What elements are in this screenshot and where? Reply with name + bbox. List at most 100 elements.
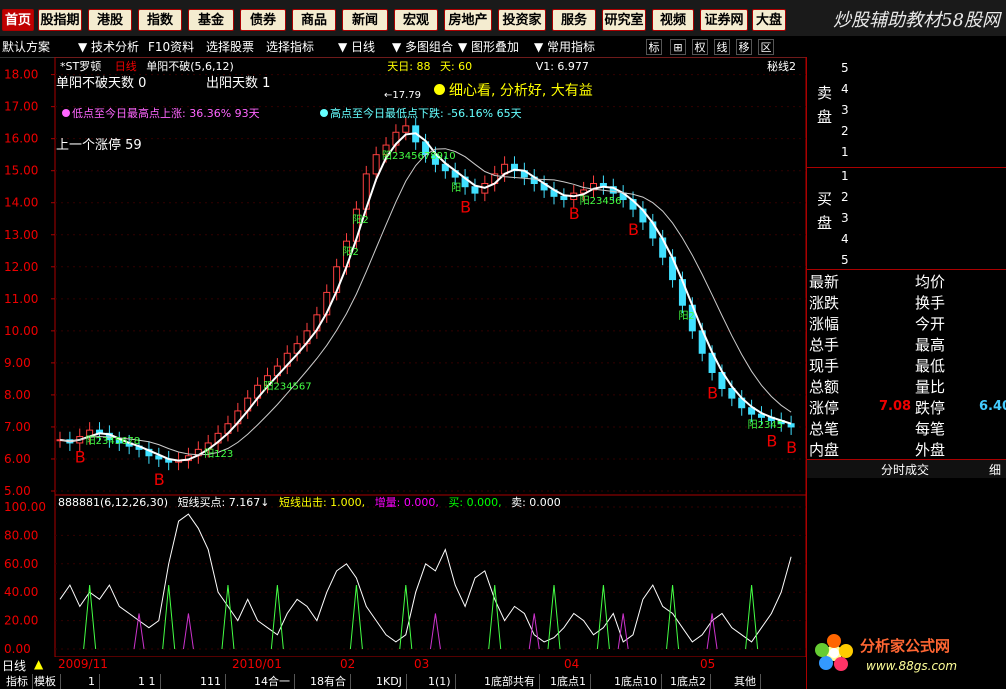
sell-side-label: 卖 盘 [817,84,833,126]
indicator-subchart[interactable]: 100.00 80.00 60.00 40.00 20.00 0.00 [0,495,806,657]
y-tick-label: 7.00 [4,420,31,434]
toolbar-item-8[interactable]: ▼ 常用指标 [534,39,595,55]
nav-button-10[interactable]: 投资家 [498,9,546,31]
quote-label-left: 总笔 [809,420,840,438]
quote-label-right: 最高 [915,336,946,354]
period-label[interactable]: 日线 [2,657,26,674]
y-tick-label: 15.00 [4,164,38,178]
right-quote-panel: 卖 盘54321买 盘 1 2 3 4 5 最新 均价 涨跌 换手 涨幅 今开 总手 最高 现手 最低 总额 量比… [806,57,1006,689]
motto-text: 细心看, 分析好, 大有益 [434,80,593,100]
toolbar-item-2[interactable]: F10资料 [148,39,194,55]
buy-side-label: 买 盘 [817,190,833,232]
toolbar-item-3[interactable]: 选择股票 [206,39,254,55]
tick-trades-tab[interactable]: 分时成交 [881,461,929,478]
x-date-label: 04 [564,657,580,671]
bottom-tab-5[interactable]: 14合一 [250,674,295,689]
x-date-label: 2009/11 [58,657,108,671]
nav-button-8[interactable]: 宏观 [394,9,438,31]
y-tick-label: 5.00 [4,484,31,495]
nav-button-13[interactable]: 视频 [652,9,694,31]
toolbar-toggle-4[interactable]: 移 [736,39,752,55]
buy-level[interactable]: 4 [841,232,849,246]
bottom-tab-4[interactable]: 111 [196,674,226,689]
toolbar-item-6[interactable]: ▼ 多图组合 [392,39,453,55]
detail-tab[interactable]: 细 [989,461,1001,478]
buy-signal-b: B [707,383,718,402]
short-buy-point: 短线买点: 7.167↓ [177,496,270,509]
y-tick-label: 8.00 [4,388,31,402]
quote-label-left: 总手 [809,336,840,354]
buy-signal-b: B [460,198,471,217]
buy-level[interactable]: 1 [841,169,849,183]
y-tick-label: 14.00 [4,196,38,210]
nav-button-15[interactable]: 大盘 [752,9,786,31]
quote-label-right: 今开 [915,315,946,333]
sell-level[interactable]: 3 [841,103,849,117]
nav-button-14[interactable]: 证券网 [700,9,748,31]
sub-y-tick-label: 60.00 [4,557,38,571]
sell-level[interactable]: 4 [841,82,849,96]
toolbar-toggle-3[interactable]: 线 [714,39,730,55]
quote-label-right: 量比 [915,378,946,396]
bottom-tab-9[interactable]: 1底部共有 [480,674,540,689]
watermark-site: 分析家公式网 [860,637,951,655]
nav-button-9[interactable]: 房地产 [444,9,492,31]
sell-level[interactable]: 1 [841,145,849,159]
toolbar-item-1[interactable]: ▼ 技术分析 [78,39,139,55]
bottom-tab-7[interactable]: 1KDJ [372,674,407,689]
toolbar-item-7[interactable]: ▼ 图形叠加 [458,39,519,55]
out-yang-label: 出阳天数 1 [206,76,271,91]
nav-button-5[interactable]: 债券 [240,9,286,31]
nav-button-0[interactable]: 首页 [2,9,34,31]
bottom-tab-6[interactable]: 18有合 [306,674,351,689]
bottom-tab-2[interactable]: 1 [84,674,100,689]
candle-body [560,195,568,201]
nav-button-11[interactable]: 服务 [552,9,596,31]
toolbar-toggle-1[interactable]: ⊞ [670,39,686,55]
bottom-tab-8[interactable]: 1(1) [424,674,456,689]
bottom-tab-11[interactable]: 1底点10 [610,674,662,689]
toolbar-item-5[interactable]: ▼ 日线 [338,39,375,55]
bottom-bar: 2009/11 2010/01 02 03 04 05 日线 ▲ 指标 模板 1 1 1 111 14合一… [0,657,806,689]
toolbar-item-4[interactable]: 选择指标 [266,39,314,55]
yang-days-label: 单阳不破天数 0 [56,76,147,91]
watermark: 分析家公式网 www.88gs.com [808,625,1006,689]
toolbar-item-0[interactable]: 默认方案 [2,39,50,55]
nav-button-7[interactable]: 新闻 [342,9,388,31]
bottom-tab-0[interactable]: 指标 [2,674,33,689]
bottom-tab-13[interactable]: 其他 [730,674,761,689]
sell-level[interactable]: 2 [841,124,849,138]
main-price-chart[interactable]: 18.00 17.00 16.00 15.00 14.00 13.00 12.00 11.00… [0,57,806,495]
bottom-tab-10[interactable]: 1底点1 [546,674,591,689]
bottom-tab-12[interactable]: 1底点2 [666,674,711,689]
bottom-tab-1[interactable]: 模板 [30,674,61,689]
bottom-tab-3[interactable]: 1 1 [134,674,161,689]
chart-frame [54,57,806,495]
sell-level[interactable]: 5 [841,61,849,75]
buy-level[interactable]: 2 [841,190,849,204]
candle-body [372,154,380,175]
toolbar-toggle-0[interactable]: 标 [646,39,662,55]
pink-dot-icon [62,109,70,117]
nav-button-4[interactable]: 基金 [188,9,234,31]
yang-count-label: 阳234567 [263,381,311,393]
nav-button-3[interactable]: 指数 [138,9,182,31]
nav-button-12[interactable]: 研究室 [602,9,646,31]
buy-level[interactable]: 3 [841,211,849,225]
sub-purple-spike [182,613,194,650]
nav-button-6[interactable]: 商品 [292,9,336,31]
buy-level[interactable]: 5 [841,253,849,267]
nav-button-1[interactable]: 股指期 [38,9,82,31]
y-tick-label: 17.00 [4,100,38,114]
buy-value: 买: 0.000, [448,496,502,509]
sub-green-spike [221,585,235,650]
sub-white-line [59,513,792,643]
increment: 增量: 0.000, [374,496,439,509]
quote-divider [807,269,1006,270]
buy-signal-b: B [766,432,777,451]
toolbar-toggle-2[interactable]: 权 [692,39,708,55]
toolbar-toggle-5[interactable]: 区 [758,39,774,55]
x-date-label: 2010/01 [232,657,282,671]
nav-button-2[interactable]: 港股 [88,9,132,31]
buy-signal-b: B [75,448,86,467]
